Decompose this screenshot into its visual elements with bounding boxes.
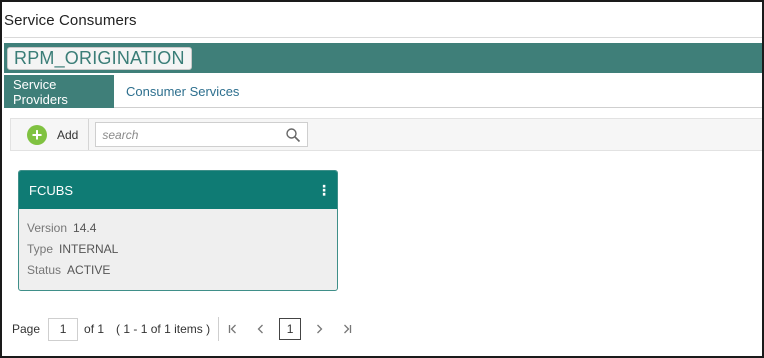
pagination-bar: Page 1 of 1 ( 1 - 1 of 1 items ) 1 [12, 316, 361, 342]
page-label: Page [12, 322, 41, 336]
field-value: ACTIVE [67, 262, 111, 277]
prev-page-icon[interactable] [247, 323, 275, 335]
tab-bar: Service Providers Consumer Services [4, 75, 762, 108]
card-field-type: Type INTERNAL [27, 238, 329, 259]
page-total-label: of 1 [84, 322, 105, 336]
search-box [95, 122, 309, 147]
tab-consumer-services[interactable]: Consumer Services [114, 75, 251, 108]
service-provider-card[interactable]: FCUBS ⋮ Version 14.4 Type INTERNAL Statu… [18, 170, 338, 291]
items-count-label: ( 1 - 1 of 1 items ) [116, 322, 211, 336]
plus-circle-icon: + [27, 124, 47, 145]
app-header-band: RPM_ORIGINATION [4, 43, 762, 73]
add-button[interactable]: + Add [11, 119, 90, 150]
field-label: Type [27, 241, 54, 256]
field-value: INTERNAL [59, 241, 119, 256]
card-field-status: Status ACTIVE [27, 259, 329, 280]
magnifier-icon[interactable] [285, 127, 301, 143]
current-page-button[interactable]: 1 [279, 318, 302, 340]
card-field-version: Version 14.4 [27, 217, 329, 238]
window-title: Service Consumers [4, 12, 137, 29]
card-title: FCUBS [29, 182, 74, 198]
last-page-icon[interactable] [333, 323, 361, 335]
field-label: Version [27, 220, 68, 235]
field-value: 14.4 [73, 220, 97, 235]
toolbar: + Add [10, 118, 762, 151]
next-page-icon[interactable] [305, 323, 333, 335]
search-input[interactable] [102, 127, 286, 142]
page-number-input[interactable]: 1 [48, 317, 79, 341]
first-page-icon[interactable] [219, 323, 247, 335]
window-title-bar: Service Consumers [4, 4, 762, 38]
app-name-badge: RPM_ORIGINATION [7, 46, 192, 70]
window-frame: Service Consumers RPM_ORIGINATION Servic… [0, 0, 764, 358]
kebab-menu-icon[interactable]: ⋮ [317, 183, 331, 197]
card-header: FCUBS ⋮ [19, 171, 337, 209]
add-button-label: Add [57, 127, 79, 142]
tab-service-providers[interactable]: Service Providers [4, 75, 114, 108]
card-body: Version 14.4 Type INTERNAL Status ACTIVE [19, 209, 337, 288]
field-label: Status [27, 262, 62, 277]
